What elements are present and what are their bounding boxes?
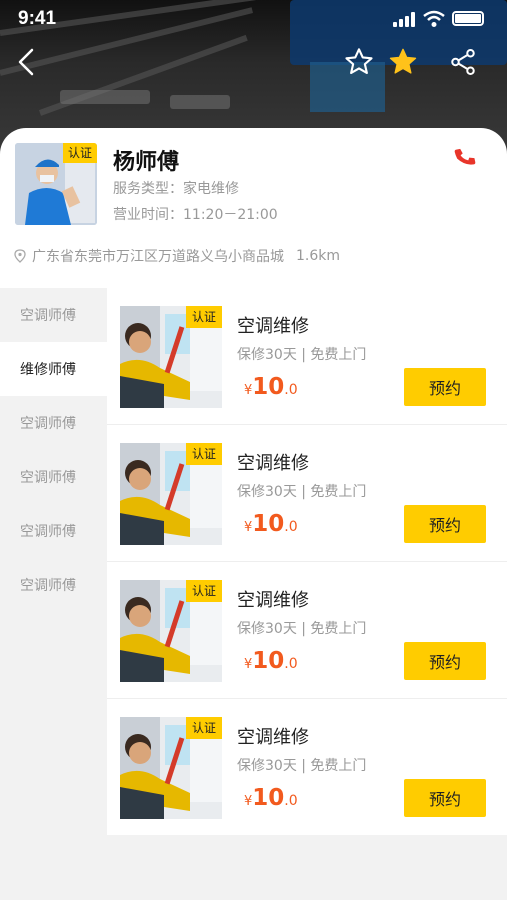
battery-icon	[452, 11, 484, 26]
service-subtitle: 保修30天 | 免费上门	[237, 621, 367, 637]
verified-badge: 认证	[62, 143, 97, 163]
business-hours: 营业时间：11:20－21:00	[113, 207, 278, 223]
verified-badge: 认证	[185, 717, 222, 739]
book-button[interactable]: 预约	[404, 779, 486, 817]
star-outline-icon	[345, 48, 373, 74]
status-bar: 9:41	[0, 0, 507, 38]
service-title: 空调维修	[237, 453, 309, 474]
price-decimal: .0	[284, 382, 298, 398]
service-title: 空调维修	[237, 316, 309, 337]
category-sidebar: 空调师傅 维修师傅 空调师傅 空调师傅 空调师傅 空调师傅	[0, 288, 107, 612]
back-button[interactable]	[8, 44, 44, 80]
share-button[interactable]	[445, 44, 481, 80]
price-integer: 10	[252, 785, 285, 811]
phone-icon[interactable]	[453, 145, 477, 169]
service-list: 认证 空调维修 保修30天 | 免费上门 ¥10.0 预约 认证 空调维修 保修…	[107, 288, 507, 835]
sidebar-item-ac-technician[interactable]: 空调师傅	[0, 450, 107, 504]
price-decimal: .0	[284, 519, 298, 535]
service-type: 服务类型：家电维修	[113, 181, 239, 197]
service-subtitle: 保修30天 | 免费上门	[237, 758, 367, 774]
sidebar-item-ac-technician[interactable]: 空调师傅	[0, 288, 107, 342]
verified-badge: 认证	[185, 443, 222, 465]
book-button[interactable]: 预约	[404, 505, 486, 543]
verified-badge: 认证	[185, 580, 222, 602]
technician-name: 杨师傅	[113, 150, 180, 175]
service-subtitle: 保修30天 | 免费上门	[237, 347, 367, 363]
service-thumbnail: 认证	[120, 580, 222, 682]
service-thumbnail: 认证	[120, 717, 222, 819]
service-title: 空调维修	[237, 727, 309, 748]
address-line: 广东省东莞市万江区万道路义乌小商品城 1.6km	[14, 246, 340, 266]
price-decimal: .0	[284, 793, 298, 809]
price-integer: 10	[252, 648, 285, 674]
service-price: ¥10.0	[244, 511, 298, 537]
service-thumbnail: 认证	[120, 443, 222, 545]
star-filled-icon	[389, 48, 417, 74]
wifi-icon	[423, 10, 445, 27]
technician-profile-card: 认证 杨师傅 服务类型：家电维修 营业时间：11:20－21:00 广东省东莞市…	[0, 128, 507, 288]
distance-text: 1.6km	[296, 248, 341, 264]
verified-badge: 认证	[185, 306, 222, 328]
service-price: ¥10.0	[244, 648, 298, 674]
service-list-item[interactable]: 认证 空调维修 保修30天 | 免费上门 ¥10.0 预约	[107, 699, 507, 835]
service-list-item[interactable]: 认证 空调维修 保修30天 | 免费上门 ¥10.0 预约	[107, 288, 507, 425]
book-button[interactable]: 预约	[404, 368, 486, 406]
technician-avatar: 认证	[15, 143, 97, 225]
rating-star-button[interactable]	[385, 44, 421, 80]
price-integer: 10	[252, 374, 285, 400]
service-subtitle: 保修30天 | 免费上门	[237, 484, 367, 500]
location-pin-icon	[14, 249, 26, 263]
chevron-left-icon	[18, 48, 34, 76]
sidebar-item-ac-technician[interactable]: 空调师傅	[0, 504, 107, 558]
price-integer: 10	[252, 511, 285, 537]
service-list-item[interactable]: 认证 空调维修 保修30天 | 免费上门 ¥10.0 预约	[107, 562, 507, 699]
address-text: 广东省东莞市万江区万道路义乌小商品城	[32, 249, 284, 265]
favorite-button[interactable]	[341, 44, 377, 80]
sidebar-item-repair-technician[interactable]: 维修师傅	[0, 342, 107, 396]
book-button[interactable]: 预约	[404, 642, 486, 680]
signal-icon	[393, 11, 419, 27]
service-list-item[interactable]: 认证 空调维修 保修30天 | 免费上门 ¥10.0 预约	[107, 425, 507, 562]
price-decimal: .0	[284, 656, 298, 672]
sidebar-item-ac-technician[interactable]: 空调师傅	[0, 396, 107, 450]
sidebar-item-ac-technician[interactable]: 空调师傅	[0, 558, 107, 612]
share-icon	[451, 49, 475, 75]
service-price: ¥10.0	[244, 785, 298, 811]
service-thumbnail: 认证	[120, 306, 222, 408]
status-time: 9:41	[18, 8, 57, 29]
service-title: 空调维修	[237, 590, 309, 611]
service-price: ¥10.0	[244, 374, 298, 400]
